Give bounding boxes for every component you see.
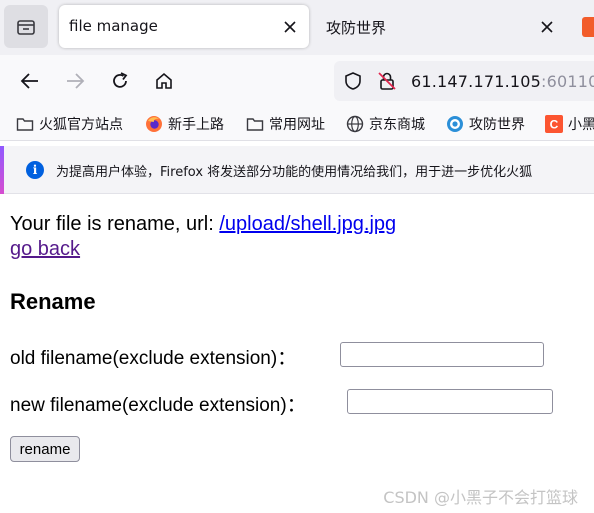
rename-result: Your file is rename, url: /upload/shell.… [10, 213, 396, 236]
bookmark-csdn[interactable]: C 小黑 [545, 113, 594, 135]
bookmark-label: 常用网址 [269, 117, 325, 133]
bookmark-common-sites[interactable]: 常用网址 [246, 113, 325, 135]
uploaded-file-link[interactable]: /upload/shell.jpg.jpg [219, 213, 396, 235]
old-filename-input[interactable] [340, 342, 544, 367]
notification-text: 为提高用户体验，Firefox 将发送部分功能的使用情况给我们，用于进一步优化火… [56, 165, 533, 180]
insecure-lock-icon[interactable] [377, 71, 397, 95]
bookmark-firefox-official[interactable]: 火狐官方站点 [16, 113, 123, 135]
bookmark-label: 小黑 [568, 117, 594, 133]
bookmark-jd[interactable]: 京东商城 [346, 113, 425, 135]
svg-text:C: C [550, 118, 559, 132]
close-tab-icon[interactable] [537, 17, 557, 37]
globe-icon [346, 115, 364, 133]
rename-button[interactable]: rename [10, 436, 80, 462]
bookmarks-toolbar: 火狐官方站点 新手上路 常用网址 京东商城 攻防世界 C 小黑 [0, 107, 594, 141]
shield-icon[interactable] [343, 71, 363, 95]
bookmark-adworld[interactable]: 攻防世界 [446, 113, 525, 135]
tab-list-button[interactable] [4, 5, 48, 48]
arrow-left-icon [20, 73, 38, 89]
rename-heading: Rename [10, 289, 96, 314]
new-filename-input[interactable] [347, 389, 553, 414]
url-text[interactable]: 61.147.171.105:60110/ [411, 72, 594, 91]
back-button[interactable] [17, 68, 43, 94]
old-filename-label: old filename(exclude extension)： [10, 348, 297, 369]
tab-adworld[interactable]: 攻防世界 [314, 5, 564, 48]
new-filename-label: new filename(exclude extension)： [10, 395, 306, 416]
tab-title: 攻防世界 [326, 19, 387, 37]
csdn-tab-icon[interactable] [582, 17, 594, 37]
csdn-icon: C [545, 115, 563, 133]
navigation-bar: 61.147.171.105:60110/ [0, 55, 594, 107]
bookmark-label: 京东商城 [369, 117, 425, 133]
bookmark-label: 攻防世界 [469, 117, 525, 133]
close-tab-icon[interactable] [280, 17, 300, 37]
page-content: Your file is rename, url: /upload/shell.… [0, 200, 594, 513]
tab-file-manage[interactable]: file manage [59, 5, 309, 48]
arrow-right-icon [67, 73, 85, 89]
notification-accent [0, 146, 4, 194]
reload-icon [113, 72, 128, 88]
info-icon: i [26, 161, 44, 179]
bookmark-getting-started[interactable]: 新手上路 [145, 113, 224, 135]
bookmark-label: 火狐官方站点 [39, 117, 123, 133]
folder-icon [246, 115, 264, 133]
csdn-watermark: CSDN @小黑子不会打篮球 [383, 488, 578, 507]
tab-overview-icon [17, 19, 35, 35]
url-port: :60110/ [541, 72, 594, 91]
bookmark-label: 新手上路 [168, 117, 224, 133]
url-host: 61.147.171.105 [411, 72, 542, 91]
adworld-icon [446, 115, 464, 133]
home-button[interactable] [151, 68, 177, 94]
folder-icon [16, 115, 34, 133]
reload-button[interactable] [107, 68, 133, 94]
telemetry-notification: i 为提高用户体验，Firefox 将发送部分功能的使用情况给我们，用于进一步优… [0, 146, 594, 194]
result-text: Your file is rename, url: [10, 213, 220, 235]
firefox-icon [145, 115, 163, 133]
address-bar[interactable]: 61.147.171.105:60110/ [334, 61, 594, 101]
forward-button[interactable] [62, 68, 88, 94]
tab-title: file manage [69, 17, 158, 35]
tab-strip: file manage 攻防世界 [0, 0, 594, 55]
home-icon [156, 72, 172, 89]
go-back-link[interactable]: go back [10, 238, 80, 261]
